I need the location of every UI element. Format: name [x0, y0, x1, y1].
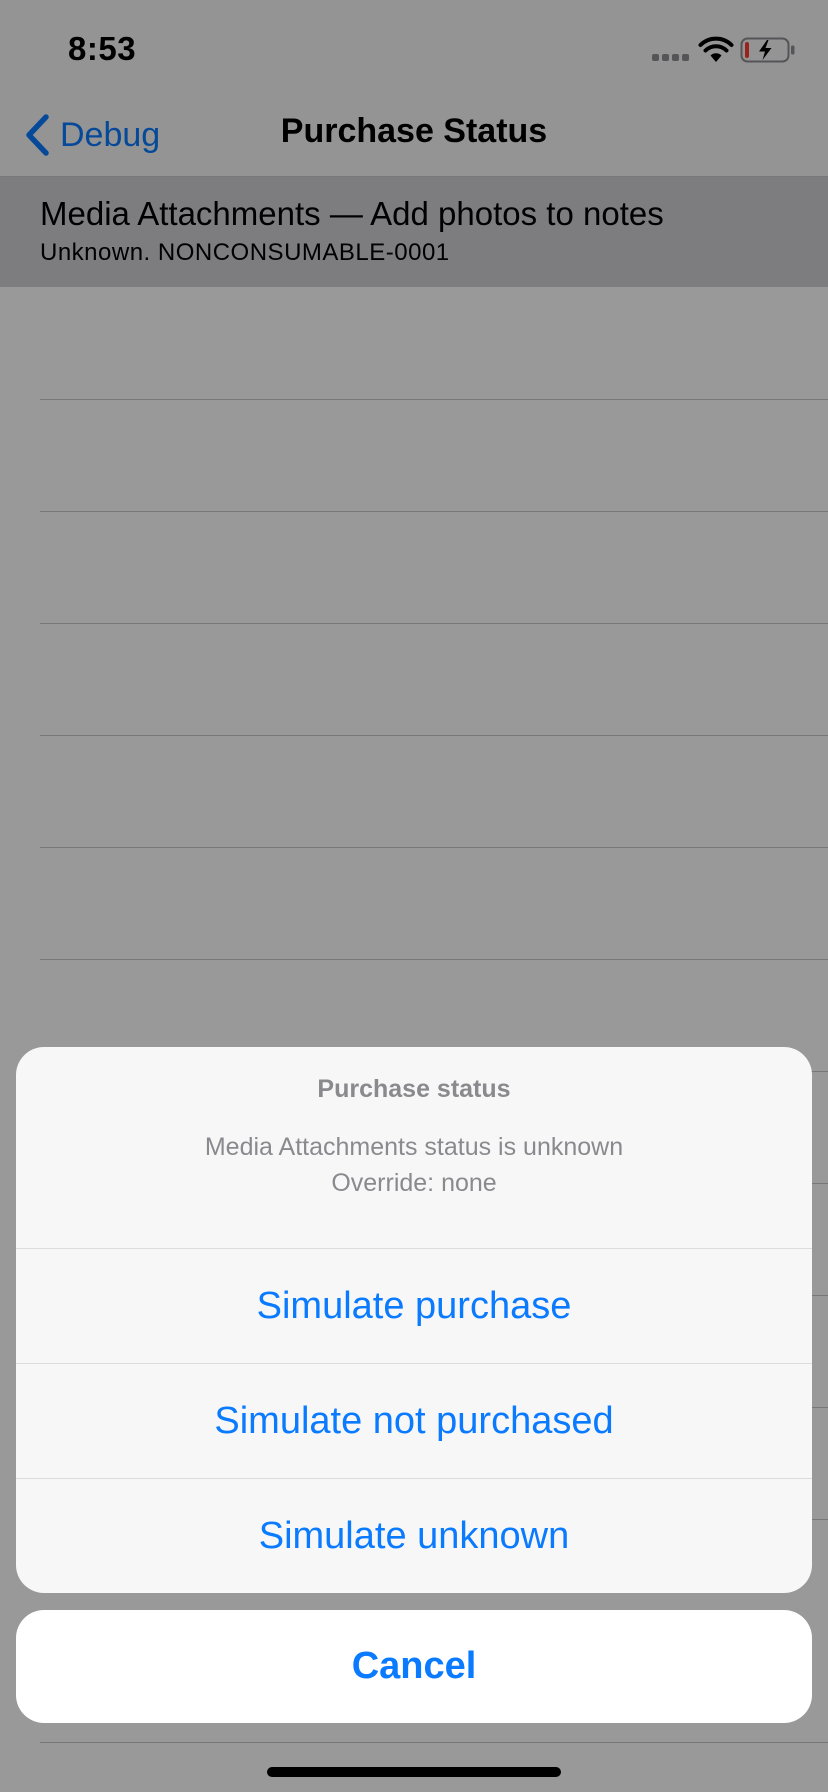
cancel-button[interactable]: Cancel: [16, 1610, 812, 1723]
simulate-purchase-button[interactable]: Simulate purchase: [16, 1248, 812, 1363]
action-sheet-title: Purchase status: [317, 1075, 511, 1103]
simulate-not-purchased-button[interactable]: Simulate not purchased: [16, 1363, 812, 1478]
home-indicator[interactable]: [267, 1767, 561, 1777]
action-sheet-override: Override: none: [331, 1169, 497, 1197]
simulate-unknown-button[interactable]: Simulate unknown: [16, 1478, 812, 1593]
action-sheet-header: Purchase status Media Attachments status…: [16, 1047, 812, 1249]
action-sheet-message: Media Attachments status is unknown: [204, 1133, 624, 1161]
screen: 8:53 Debug Purchase Status Media Attachm: [0, 0, 828, 1792]
action-sheet: Purchase status Media Attachments status…: [16, 1047, 812, 1593]
